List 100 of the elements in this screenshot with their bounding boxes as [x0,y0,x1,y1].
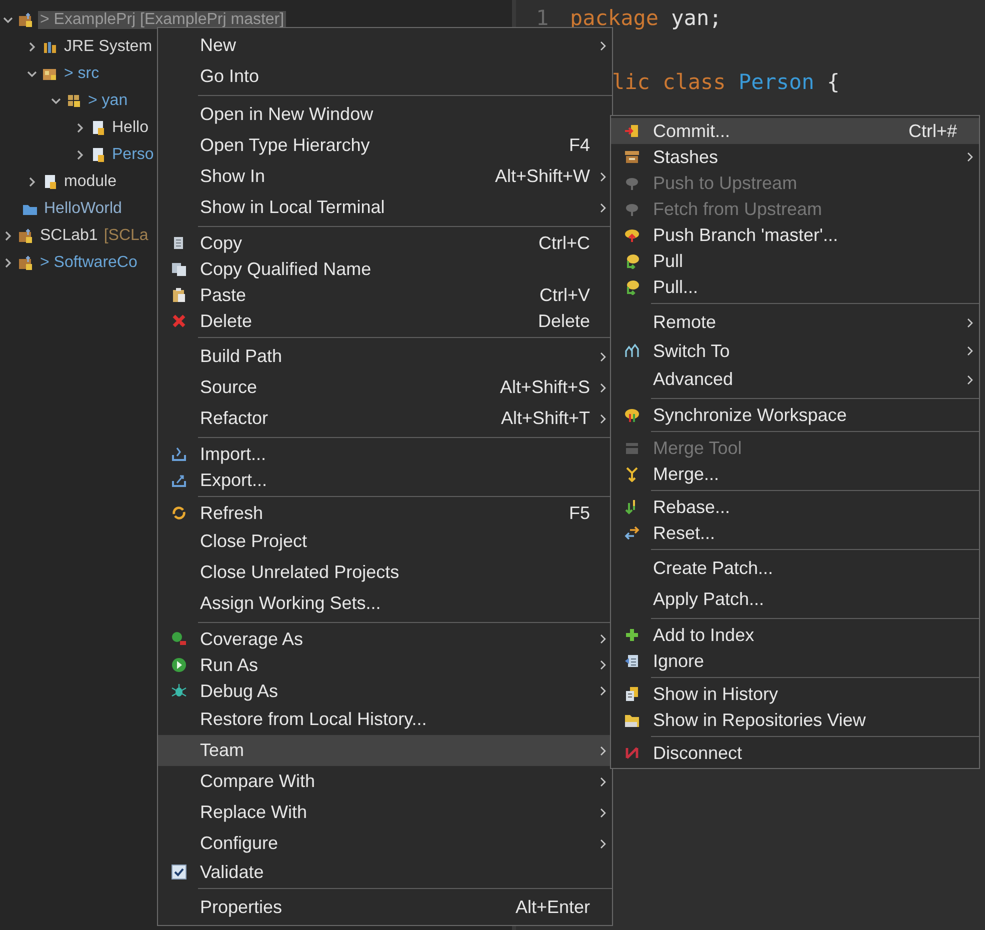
menu-item[interactable]: Stashes [611,144,979,170]
chevron-right-icon [599,350,607,362]
tree-item[interactable]: JRE System [62,38,154,56]
menu-item[interactable]: Build Path [158,341,612,372]
menu-item[interactable]: Switch To [611,338,979,364]
history-icon [624,686,640,702]
menu-item[interactable]: Configure [158,828,612,859]
menu-item[interactable]: Show in Repositories View [611,707,979,733]
menu-item[interactable]: Copy Ctrl+C [158,230,612,256]
chevron-right-icon [599,659,607,671]
chevron-right-icon [599,806,607,818]
chevron-right-icon [599,744,607,756]
chevron-right-icon [599,838,607,850]
menu-item[interactable]: Refactor Alt+Shift+T [158,403,612,434]
menu-item[interactable]: Synchronize Workspace [611,402,979,428]
menu-item[interactable]: Copy Qualified Name [158,256,612,282]
java-file-icon [90,120,106,136]
menu-item[interactable]: Apply Patch... [611,584,979,615]
chevron-right-icon [599,412,607,424]
plus-icon [624,627,640,643]
chevron-right-icon [599,633,607,645]
menu-item[interactable]: Compare With [158,766,612,797]
tree-item[interactable]: > SoftwareCo [38,254,140,272]
java-file-icon [90,146,106,162]
tree-item[interactable]: Perso [110,146,156,164]
tree-item-decoration: [SCLa [104,226,148,244]
menu-item[interactable]: Create Patch... [611,553,979,584]
package-icon [66,92,82,108]
chevron-right-icon [599,202,607,214]
menu-item[interactable]: Disconnect [611,740,979,766]
menu-item[interactable]: Pull... [611,274,979,300]
tree-item[interactable]: Hello [110,118,150,136]
menu-item[interactable]: Go Into [158,61,612,92]
tree-item[interactable]: HelloWorld [42,200,124,218]
menu-item[interactable]: Assign Working Sets... [158,588,612,619]
menu-item[interactable]: Commit... Ctrl+# [611,118,979,144]
repository-icon [624,712,640,728]
menu-item[interactable]: Replace With [158,797,612,828]
tree-item[interactable]: module [62,172,118,190]
menu-item[interactable]: Add to Index [611,622,979,648]
menu-item[interactable]: Merge... [611,461,979,487]
coverage-icon [171,631,187,647]
menu-item[interactable]: Export... [158,467,612,493]
chevron-right-icon [966,345,974,357]
ignore-icon [624,653,640,669]
menu-item[interactable]: Close Project [158,526,612,557]
reset-icon [624,525,640,541]
import-icon [171,446,187,462]
menu-item[interactable]: Delete Delete [158,308,612,334]
menu-item[interactable]: Team [158,735,612,766]
menu-item[interactable]: Import... [158,441,612,467]
commit-icon [624,123,640,139]
tree-item[interactable]: > yan [86,92,130,110]
menu-item[interactable]: Open in New Window [158,99,612,130]
menu-item[interactable]: Source Alt+Shift+S [158,372,612,403]
menu-item[interactable]: Properties Alt+Enter [158,892,612,923]
menu-item[interactable]: Remote [611,307,979,338]
code-line: lic class Person { [612,70,840,94]
project-icon [18,228,34,244]
tree-item[interactable]: SCLab1 [38,226,100,244]
merge-tool-icon [624,440,640,456]
switch-icon [624,343,640,359]
menu-item[interactable]: Debug As [158,678,612,704]
cloud-upload-icon [624,227,640,243]
chevron-right-icon [966,374,974,386]
menu-item[interactable]: Pull [611,248,979,274]
menu-item[interactable]: Run As [158,652,612,678]
menu-item[interactable]: Advanced [611,364,979,395]
paste-icon [171,287,187,303]
menu-item[interactable]: Restore from Local History... [158,704,612,735]
export-icon [171,472,187,488]
delete-icon [171,313,187,329]
menu-item[interactable]: Coverage As [158,626,612,652]
menu-item[interactable]: Rebase... [611,494,979,520]
cloud-download-icon [624,279,640,295]
chevron-right-icon [599,685,607,697]
chevron-right-icon [599,776,607,788]
menu-item[interactable]: Open Type Hierarchy F4 [158,130,612,161]
menu-item[interactable]: Paste Ctrl+V [158,282,612,308]
tree-item[interactable]: > src [62,64,102,82]
menu-item[interactable]: Refresh F5 [158,500,612,526]
java-file-icon [42,174,58,190]
menu-item[interactable]: Validate [158,859,612,885]
refresh-icon [171,505,187,521]
menu-item[interactable]: New [158,30,612,61]
run-icon [171,657,187,673]
stash-icon [624,149,640,165]
project-icon [18,254,34,270]
menu-item[interactable]: Close Unrelated Projects [158,557,612,588]
menu-item[interactable]: Reset... [611,520,979,546]
code-line: package yan; [570,6,722,30]
menu-item[interactable]: Push Branch 'master'... [611,222,979,248]
menu-item[interactable]: Ignore [611,648,979,674]
menu-item[interactable]: Show In Alt+Shift+W [158,161,612,192]
merge-icon [624,466,640,482]
copy-icon [171,261,187,277]
bug-icon [171,683,187,699]
menu-item[interactable]: Show in History [611,681,979,707]
disconnect-icon [624,745,640,761]
menu-item[interactable]: Show in Local Terminal [158,192,612,223]
